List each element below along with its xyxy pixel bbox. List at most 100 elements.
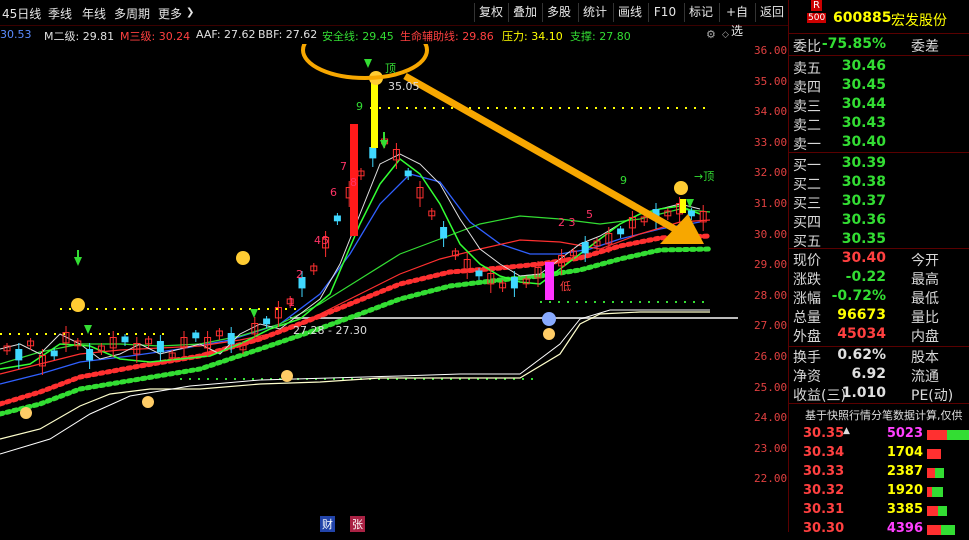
more-arrow-icon[interactable]: ❯ <box>186 7 194 18</box>
indicator-life-line: 生命辅助线: 29.86 <box>400 30 494 43</box>
bid-price: 30.35 <box>841 231 886 247</box>
period-toolbar: 45日线 季线 年线 多周期 更多 ❯ 复权 叠加 多股 统计 画线 F10 标… <box>0 0 788 38</box>
tick-buy-bar <box>927 430 947 440</box>
draw-line-button[interactable]: 画线 <box>613 3 646 22</box>
low-range-label: 27.28 - 27.30 <box>293 324 367 337</box>
count-6: 6 <box>330 186 337 199</box>
stat2-row: 换手 0.62% 股本 <box>789 347 969 366</box>
price-tick: 28.00 <box>754 288 788 302</box>
ask-row[interactable]: 卖五 30.46 <box>789 58 969 77</box>
tick-price: 30.34 <box>803 445 845 460</box>
tick-row: 30.34 1704 <box>803 445 969 464</box>
ask-price: 30.43 <box>841 115 886 131</box>
divider <box>789 403 969 404</box>
weicha-label: 委差 <box>911 39 939 55</box>
weibi-value: -75.85% <box>821 36 886 52</box>
tick-arrow-icon: ▲ <box>843 426 850 436</box>
tick-row: 30.35 ▲ 5023 <box>803 426 969 445</box>
finance-tab[interactable]: 财 <box>320 516 335 532</box>
bid-price: 30.39 <box>841 155 886 171</box>
statistics-button[interactable]: 统计 <box>578 3 611 22</box>
stat2-value: 1.010 <box>841 385 886 401</box>
tick-price: 30.31 <box>803 502 845 517</box>
tick-volume: 2387 <box>886 464 923 479</box>
tick-volume: 4396 <box>886 521 923 536</box>
ask-label: 卖三 <box>793 99 821 115</box>
tick-buy-bar <box>927 506 938 516</box>
candle-body <box>440 227 448 239</box>
period-quarter[interactable]: 季线 <box>48 5 72 22</box>
stat-label: 涨幅 <box>793 291 821 307</box>
add-watchlist-button[interactable]: +自选 <box>719 3 754 38</box>
stat-row: 涨幅 -0.72% 最低 <box>789 288 969 307</box>
candle-body <box>333 215 341 222</box>
stat-value: -0.72% <box>831 288 886 304</box>
ask-row[interactable]: 卖四 30.45 <box>789 77 969 96</box>
collapse-icon[interactable]: ◇ <box>722 30 729 40</box>
bid-row[interactable]: 买四 30.36 <box>789 212 969 231</box>
stat-label: 涨跌 <box>793 272 821 288</box>
ask-row[interactable]: 卖二 30.43 <box>789 115 969 134</box>
ask-price: 30.40 <box>841 134 886 150</box>
price-axis: 36.00 35.00 34.00 33.00 32.00 31.00 30.00 29.00… <box>740 30 788 510</box>
stat-label-2: 内盘 <box>911 329 939 345</box>
stat2-label: 净资 <box>793 369 821 385</box>
candle-body <box>121 336 129 343</box>
period-more[interactable]: 更多 <box>158 5 182 22</box>
period-year[interactable]: 年线 <box>82 5 106 22</box>
signal-bar-yellow <box>371 82 378 148</box>
indicator-support: 支撑: 27.80 <box>570 30 631 43</box>
count-5: 5 <box>322 234 329 247</box>
bid-label: 买一 <box>793 158 821 174</box>
limit-tab[interactable]: 张 <box>350 516 365 532</box>
candle-body <box>404 170 412 177</box>
candle-body <box>263 318 271 325</box>
bid-price: 30.38 <box>841 174 886 190</box>
stat-value: 30.40 <box>841 250 886 266</box>
divider <box>789 55 969 56</box>
stat-label: 现价 <box>793 253 821 269</box>
tick-price: 30.35 <box>803 426 845 441</box>
back-button[interactable]: 返回 <box>755 3 788 22</box>
period-multi[interactable]: 多周期 <box>114 5 150 22</box>
ask-label: 卖一 <box>793 137 821 153</box>
settings-icon[interactable]: ⚙ <box>706 28 716 41</box>
price-tick: 33.00 <box>754 135 788 149</box>
bid-label: 买二 <box>793 177 821 193</box>
stat2-row: 净资 6.92 流通 <box>789 366 969 385</box>
price-tick: 32.00 <box>754 166 788 180</box>
count-4: 4 <box>314 234 321 247</box>
fuquan-button[interactable]: 复权 <box>474 3 507 22</box>
count-5b: 5 <box>586 208 593 221</box>
ask-row[interactable]: 卖三 30.44 <box>789 96 969 115</box>
mark-button[interactable]: 标记 <box>684 3 717 22</box>
multi-stock-button[interactable]: 多股 <box>542 3 575 22</box>
bottom-tag: 低 <box>560 280 571 293</box>
stat-value: 45034 <box>837 326 886 342</box>
price-tick: 34.00 <box>754 105 788 119</box>
tick-buy-bar <box>927 525 941 535</box>
bid-row[interactable]: 买一 30.39 <box>789 155 969 174</box>
price-tick: 29.00 <box>754 258 788 272</box>
indicator-m1: 30.53 <box>0 28 32 41</box>
bid-row[interactable]: 买二 30.38 <box>789 174 969 193</box>
period-45day[interactable]: 45日线 <box>2 5 41 22</box>
tick-sell-bar <box>932 487 943 497</box>
bid-row[interactable]: 买三 30.37 <box>789 193 969 212</box>
top-tag-2: →顶 <box>694 170 714 183</box>
candle-body <box>475 270 483 277</box>
stat2-label-2: 流通 <box>911 369 939 385</box>
f10-button[interactable]: F10 <box>648 3 681 22</box>
stat2-value: 0.62% <box>837 347 886 363</box>
tick-price: 30.33 <box>803 464 845 479</box>
stat2-value: 6.92 <box>851 366 886 382</box>
candlestick-chart[interactable]: 35.05 顶 →顶 27.28 - 27.30 低 9 8 7 6 5 4 2… <box>0 44 740 514</box>
candle-body <box>687 210 695 217</box>
ask-row[interactable]: 卖一 30.40 <box>789 134 969 153</box>
signal-bar-yellow-2 <box>680 199 686 213</box>
price-tick: 23.00 <box>754 441 788 455</box>
tick-sell-bar <box>935 468 944 478</box>
overlay-button[interactable]: 叠加 <box>508 3 541 22</box>
count-9: 9 <box>356 100 363 113</box>
candle-body <box>156 341 164 353</box>
